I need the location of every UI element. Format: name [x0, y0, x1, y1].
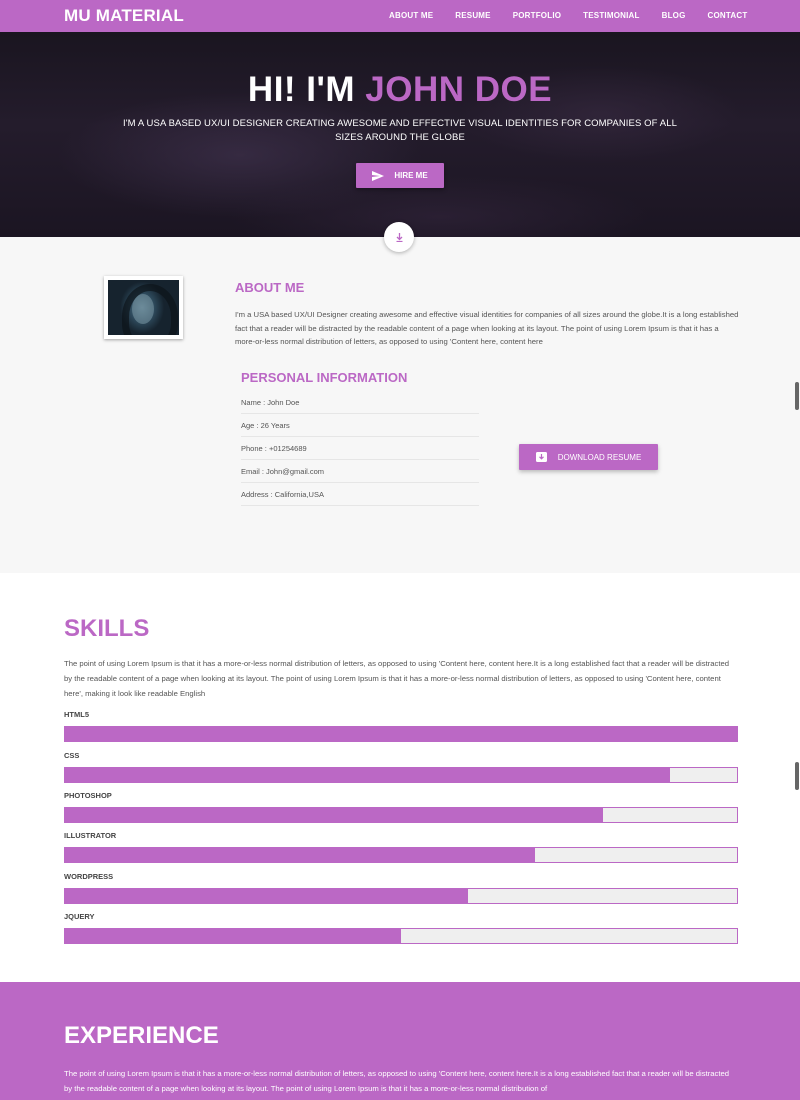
- skill-item: CSS: [64, 751, 738, 783]
- about-title: ABOUT ME: [235, 280, 305, 295]
- skill-name: HTML5: [64, 710, 89, 719]
- nav-menu: ABOUT ME RESUME PORTFOLIO TESTIMONIAL BL…: [389, 0, 769, 32]
- hire-me-button[interactable]: HIRE ME: [356, 163, 444, 188]
- hero-title: HI! I'M JOHN DOE: [0, 70, 800, 110]
- personal-info-address: Address : California,USA: [241, 483, 479, 506]
- send-icon: [372, 170, 385, 181]
- skill-item: HTML5: [64, 710, 738, 742]
- hero-name: JOHN DOE: [365, 70, 553, 109]
- download-resume-label: DOWNLOAD RESUME: [557, 452, 642, 462]
- skill-bar: [64, 726, 738, 742]
- personal-info-list: Name : John Doe Age : 26 Years Phone : +…: [241, 391, 479, 506]
- about-text: I'm a USA based UX/UI Designer creating …: [235, 310, 739, 346]
- skill-bar-fill: [65, 808, 603, 822]
- profile-photo: [108, 280, 179, 335]
- skill-item: PHOTOSHOP: [64, 791, 738, 823]
- nav-item-blog[interactable]: BLOG: [662, 0, 686, 32]
- skill-item: WORDPRESS: [64, 872, 738, 904]
- skills-section: SKILLS The point of using Lorem Ipsum is…: [0, 573, 800, 982]
- skill-bar: [64, 888, 738, 904]
- skill-item: ILLUSTRATOR: [64, 831, 738, 863]
- skill-bar-fill: [65, 768, 670, 782]
- personal-info-age: Age : 26 Years: [241, 414, 479, 437]
- skill-bar-fill: [65, 727, 737, 741]
- download-resume-button[interactable]: DOWNLOAD RESUME: [519, 444, 658, 470]
- personal-info-title: PERSONAL INFORMATION: [241, 370, 408, 385]
- about-section: ABOUT ME I'm a USA based UX/UI Designer …: [0, 237, 800, 573]
- scrollbar-thumb[interactable]: [795, 762, 799, 790]
- personal-info-phone: Phone : +01254689: [241, 437, 479, 460]
- scroll-down-button[interactable]: [384, 222, 414, 252]
- skill-name: CSS: [64, 751, 80, 760]
- profile-photo-frame: [104, 276, 183, 339]
- nav-item-contact[interactable]: CONTACT: [708, 0, 748, 32]
- skill-name: WORDPRESS: [64, 872, 114, 881]
- skill-bar: [64, 807, 738, 823]
- hero-banner: HI! I'M JOHN DOE I'M A USA BASED UX/UI D…: [0, 32, 800, 237]
- experience-section: EXPERIENCE The point of using Lorem Ipsu…: [0, 982, 800, 1100]
- scrollbar-thumb[interactable]: [795, 382, 799, 410]
- download-icon: [535, 452, 547, 462]
- experience-title: EXPERIENCE: [64, 1022, 219, 1049]
- skill-name: JQUERY: [64, 912, 95, 921]
- brand-logo[interactable]: MU MATERIAL: [64, 6, 184, 26]
- hire-me-label: HIRE ME: [394, 171, 428, 180]
- hero-subtitle: I'M A USA BASED UX/UI DESIGNER CREATING …: [123, 118, 677, 143]
- skill-name: PHOTOSHOP: [64, 791, 112, 800]
- nav-item-portfolio[interactable]: PORTFOLIO: [513, 0, 561, 32]
- skill-bar: [64, 928, 738, 944]
- skill-item: JQUERY: [64, 912, 738, 944]
- experience-text: The point of using Lorem Ipsum is that i…: [64, 1069, 730, 1093]
- skill-bar-fill: [65, 889, 469, 903]
- top-navbar: MU MATERIAL ABOUT ME RESUME PORTFOLIO TE…: [0, 0, 800, 32]
- nav-item-about-me[interactable]: ABOUT ME: [389, 0, 433, 32]
- nav-item-resume[interactable]: RESUME: [455, 0, 490, 32]
- skill-bar-fill: [65, 848, 536, 862]
- skills-title: SKILLS: [64, 615, 150, 642]
- hero-greeting: HI! I'M: [247, 70, 356, 109]
- skill-name: ILLUSTRATOR: [64, 831, 117, 840]
- arrow-down-icon: [396, 232, 402, 242]
- personal-info-email: Email : John@gmail.com: [241, 460, 479, 483]
- skill-bar: [64, 767, 738, 783]
- skill-bar: [64, 847, 738, 863]
- skills-text: The point of using Lorem Ipsum is that i…: [64, 659, 730, 698]
- nav-item-testimonial[interactable]: TESTIMONIAL: [583, 0, 639, 32]
- skill-bar-fill: [65, 929, 401, 943]
- personal-info-name: Name : John Doe: [241, 391, 479, 414]
